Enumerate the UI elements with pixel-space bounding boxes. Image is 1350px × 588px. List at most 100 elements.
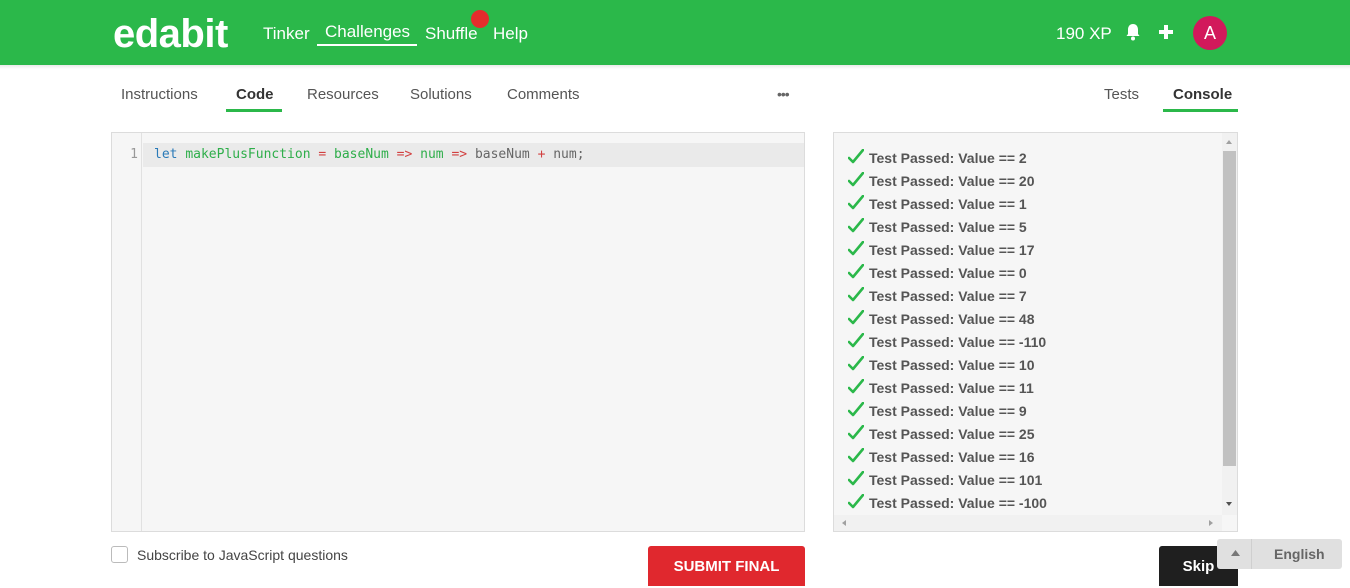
console-horizontal-scrollbar[interactable] — [834, 515, 1222, 531]
line-number: 1 — [130, 147, 138, 162]
code-token: => — [396, 147, 413, 162]
console-result-row: Test Passed: Value == 20 — [848, 172, 1035, 195]
more-options-icon[interactable]: ••• — [777, 86, 790, 102]
code-token: => — [451, 147, 468, 162]
bell-icon[interactable] — [1125, 23, 1141, 41]
console-result-text: Test Passed: Value == 20 — [869, 173, 1035, 189]
console-result-row: Test Passed: Value == 17 — [848, 241, 1035, 264]
console-result-row: Test Passed: Value == 48 — [848, 310, 1035, 333]
edabit-logo[interactable]: edabit — [113, 12, 228, 57]
console-result-row: Test Passed: Value == 25 — [848, 425, 1035, 448]
checkmark-icon — [848, 333, 864, 348]
tab-solutions[interactable]: Solutions — [410, 86, 472, 103]
tab-console-underline — [1163, 109, 1238, 112]
top-navbar: edabit Tinker Challenges Shuffle Help 19… — [0, 0, 1350, 65]
code-token: num — [420, 147, 444, 162]
console-result-row: Test Passed: Value == 7 — [848, 287, 1027, 310]
code-token: baseNum — [474, 147, 530, 162]
console-result-text: Test Passed: Value == -110 — [869, 334, 1047, 350]
console-result-text: Test Passed: Value == 0 — [869, 265, 1027, 281]
checkmark-icon — [848, 149, 864, 164]
submit-final-button[interactable]: SUBMIT FINAL — [648, 546, 805, 586]
console-result-text: Test Passed: Value == 5 — [869, 219, 1027, 235]
console-result-row: Test Passed: Value == 0 — [848, 264, 1027, 287]
console-result-row: Test Passed: Value == 1 — [848, 195, 1027, 218]
console-panel: Test Passed: Value == 2 Test Passed: Valu… — [833, 132, 1238, 532]
subscribe-label[interactable]: Subscribe to JavaScript questions — [137, 547, 348, 563]
language-divider — [1251, 539, 1252, 569]
nav-help[interactable]: Help — [493, 24, 528, 44]
console-result-row: Test Passed: Value == -100 — [848, 494, 1047, 517]
code-editor[interactable]: 1 let makePlusFunction = baseNum => num … — [111, 132, 805, 532]
console-result-row: Test Passed: Value == 9 — [848, 402, 1027, 425]
code-token: makePlusFunction — [185, 147, 311, 162]
code-token: baseNum — [334, 147, 389, 162]
checkmark-icon — [848, 218, 864, 233]
console-result-text: Test Passed: Value == 10 — [869, 357, 1035, 373]
console-result-text: Test Passed: Value == 16 — [869, 449, 1035, 465]
checkmark-icon — [848, 379, 864, 394]
console-result-text: Test Passed: Value == 17 — [869, 242, 1035, 258]
scroll-left-icon[interactable] — [839, 518, 849, 528]
code-line[interactable]: let makePlusFunction = baseNum => num =>… — [154, 147, 585, 162]
console-result-text: Test Passed: Value == 25 — [869, 426, 1035, 442]
console-result-text: Test Passed: Value == 7 — [869, 288, 1027, 304]
avatar[interactable]: A — [1193, 16, 1227, 50]
checkmark-icon — [848, 310, 864, 325]
console-result-text: Test Passed: Value == 1 — [869, 196, 1027, 212]
console-result-row: Test Passed: Value == 2 — [848, 149, 1027, 172]
tab-instructions[interactable]: Instructions — [121, 86, 198, 103]
chevron-up-icon[interactable] — [1231, 550, 1240, 556]
nav-active-underline — [317, 44, 417, 46]
code-token: num; — [553, 147, 585, 162]
checkmark-icon — [848, 494, 864, 509]
xp-counter[interactable]: 190 XP — [1056, 24, 1112, 44]
console-result-row: Test Passed: Value == 11 — [848, 379, 1034, 402]
console-result-row: Test Passed: Value == -110 — [848, 333, 1046, 356]
checkmark-icon — [848, 471, 864, 486]
checkmark-icon — [848, 195, 864, 210]
console-result-row: Test Passed: Value == 10 — [848, 356, 1035, 379]
tab-code-underline — [226, 109, 282, 112]
tab-tests[interactable]: Tests — [1104, 86, 1139, 103]
tab-console[interactable]: Console — [1173, 86, 1232, 103]
tab-code[interactable]: Code — [236, 86, 274, 103]
console-result-text: Test Passed: Value == 9 — [869, 403, 1027, 419]
language-label[interactable]: English — [1274, 546, 1325, 562]
console-result-text: Test Passed: Value == 101 — [869, 472, 1043, 488]
line-gutter: 1 — [112, 133, 142, 531]
checkmark-icon — [848, 264, 864, 279]
console-result-text: Test Passed: Value == 11 — [869, 380, 1034, 396]
scroll-down-icon[interactable] — [1224, 499, 1234, 509]
checkmark-icon — [848, 402, 864, 417]
nav-tinker[interactable]: Tinker — [263, 24, 310, 44]
checkmark-icon — [848, 448, 864, 463]
checkmark-icon — [848, 287, 864, 302]
nav-challenges[interactable]: Challenges — [325, 22, 410, 42]
console-result-row: Test Passed: Value == 5 — [848, 218, 1027, 241]
checkmark-icon — [848, 241, 864, 256]
console-result-text: Test Passed: Value == -100 — [869, 495, 1047, 511]
plus-icon[interactable] — [1158, 24, 1174, 40]
header-shadow — [0, 65, 1350, 69]
checkmark-icon — [848, 356, 864, 371]
scroll-right-icon[interactable] — [1206, 518, 1216, 528]
scroll-up-icon[interactable] — [1224, 137, 1234, 147]
console-result-text: Test Passed: Value == 2 — [869, 150, 1027, 166]
nav-shuffle[interactable]: Shuffle — [425, 24, 478, 44]
code-token: let — [154, 147, 178, 162]
notification-dot — [471, 10, 489, 28]
tab-comments[interactable]: Comments — [507, 86, 580, 103]
subscribe-checkbox[interactable] — [111, 546, 128, 563]
console-result-row: Test Passed: Value == 16 — [848, 448, 1035, 471]
tab-resources[interactable]: Resources — [307, 86, 379, 103]
console-scroll-thumb[interactable] — [1223, 151, 1236, 466]
checkmark-icon — [848, 172, 864, 187]
console-result-text: Test Passed: Value == 48 — [869, 311, 1035, 327]
console-result-row: Test Passed: Value == 101 — [848, 471, 1042, 494]
